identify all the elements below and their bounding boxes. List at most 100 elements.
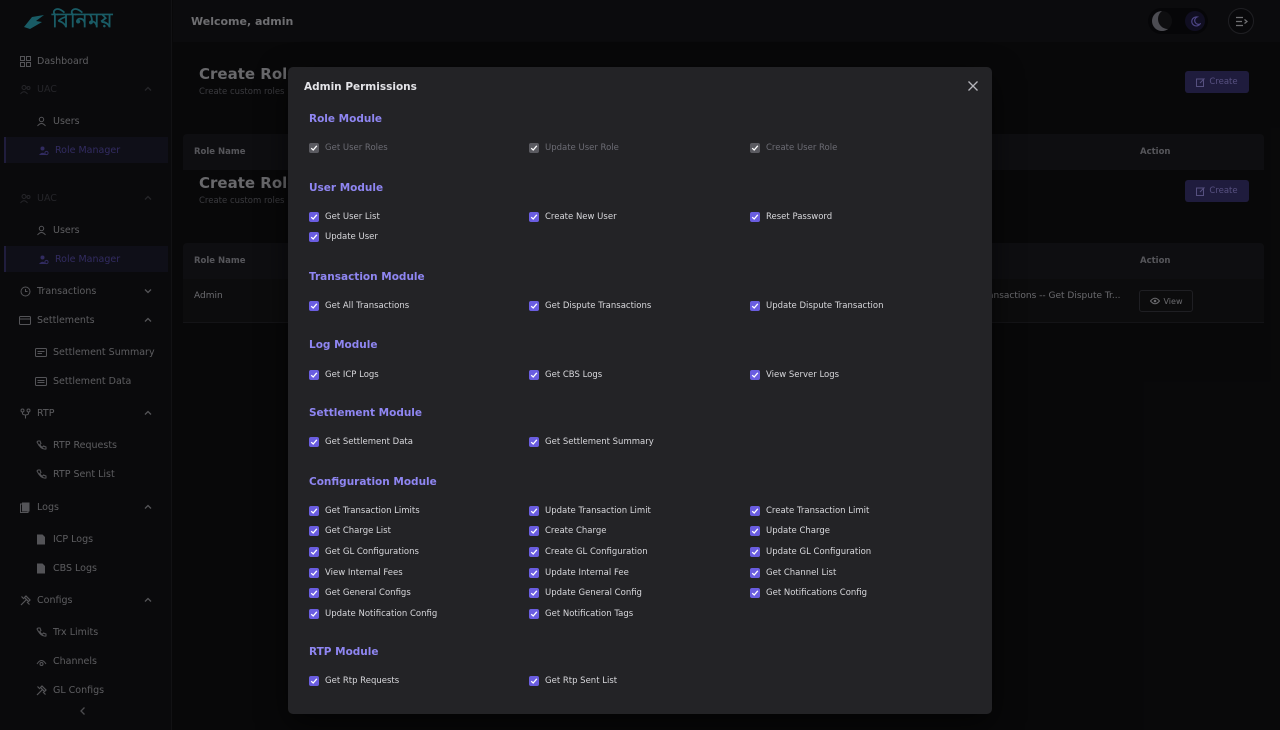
section-log-module: Log Module Get ICP Logs Get CBS Logs Vie…: [309, 339, 979, 382]
permission-checkbox[interactable]: Update User: [309, 230, 529, 245]
permission-checkbox[interactable]: Get Rtp Sent List: [529, 674, 750, 689]
permission-label: Create New User: [545, 211, 617, 222]
check-icon: [750, 588, 760, 599]
permission-label: Get Settlement Summary: [545, 437, 654, 448]
permission-checkbox[interactable]: Get User Roles: [309, 141, 529, 156]
check-icon: [529, 505, 539, 516]
permission-checkbox[interactable]: Update Transaction Limit: [529, 504, 750, 519]
permission-checkbox[interactable]: Update Dispute Transaction: [750, 299, 970, 314]
check-icon: [750, 211, 760, 222]
permission-checkbox[interactable]: Get ICP Logs: [309, 367, 529, 382]
check-icon: [309, 437, 319, 448]
modal-body: Role Module Get User Roles Update User R…: [309, 113, 979, 689]
permission-checkbox[interactable]: Get Settlement Summary: [529, 435, 750, 450]
permission-checkbox[interactable]: Get Notification Tags: [529, 607, 750, 622]
check-icon: [309, 567, 319, 578]
check-icon: [529, 547, 539, 558]
section-title: RTP Module: [309, 646, 379, 659]
permission-checkbox[interactable]: Update Internal Fee: [529, 565, 750, 580]
permission-checkbox[interactable]: Reset Password: [750, 210, 970, 225]
permission-label: Get Transaction Limits: [325, 505, 420, 516]
check-icon: [309, 588, 319, 599]
check-icon: [529, 676, 539, 687]
section-transaction-module: Transaction Module Get All Transactions …: [309, 271, 979, 314]
section-title: Role Module: [309, 113, 383, 125]
permission-checkbox[interactable]: View Server Logs: [750, 367, 970, 382]
permission-label: Create User Role: [766, 143, 838, 154]
permission-checkbox[interactable]: Get Notifications Config: [750, 586, 970, 601]
check-icon: [750, 526, 760, 537]
check-icon: [309, 232, 319, 243]
permission-label: Get Settlement Data: [325, 437, 413, 448]
permission-label: Create GL Configuration: [545, 547, 648, 558]
permission-label: Get ICP Logs: [325, 369, 379, 380]
permissions-modal: Admin Permissions Role Module Get User R…: [288, 67, 992, 714]
permission-label: View Server Logs: [766, 369, 840, 380]
section-title: Transaction Module: [309, 270, 425, 283]
permission-checkbox[interactable]: Get GL Configurations: [309, 545, 529, 560]
section-user-module: User Module Get User List Create New Use…: [309, 182, 979, 245]
permission-checkbox[interactable]: Get Charge List: [309, 524, 529, 539]
permission-label: Update GL Configuration: [766, 547, 872, 558]
section-title: User Module: [309, 181, 384, 194]
section-title: Log Module: [309, 339, 378, 352]
permission-checkbox[interactable]: Update Notification Config: [309, 607, 529, 622]
permission-label: Update User: [325, 232, 378, 243]
permission-checkbox[interactable]: Create New User: [529, 210, 750, 225]
permission-checkbox[interactable]: Get All Transactions: [309, 299, 529, 314]
permission-checkbox[interactable]: Update Charge: [750, 524, 970, 539]
permission-checkbox[interactable]: Get Channel List: [750, 565, 970, 580]
permission-checkbox[interactable]: Get Rtp Requests: [309, 674, 529, 689]
check-icon: [309, 547, 319, 558]
permission-label: Get User Roles: [325, 143, 388, 154]
permission-label: Get General Configs: [325, 588, 411, 599]
check-icon: [309, 211, 319, 222]
permission-label: Create Transaction Limit: [766, 505, 870, 516]
check-icon: [309, 143, 319, 154]
permission-checkbox[interactable]: Get CBS Logs: [529, 367, 750, 382]
check-icon: [750, 369, 760, 380]
permission-checkbox[interactable]: Get General Configs: [309, 586, 529, 601]
permission-label: Get All Transactions: [325, 301, 410, 312]
check-icon: [529, 143, 539, 154]
permission-label: Get Rtp Requests: [325, 676, 400, 687]
permission-checkbox[interactable]: Get Dispute Transactions: [529, 299, 750, 314]
permission-checkbox[interactable]: Update General Config: [529, 586, 750, 601]
permission-checkbox[interactable]: Update GL Configuration: [750, 545, 970, 560]
check-icon: [309, 369, 319, 380]
permission-label: Create Charge: [545, 526, 607, 537]
check-icon: [529, 588, 539, 599]
permission-checkbox[interactable]: Get Transaction Limits: [309, 504, 529, 519]
permission-label: Get CBS Logs: [545, 369, 603, 380]
check-icon: [750, 567, 760, 578]
permission-checkbox[interactable]: Create Transaction Limit: [750, 504, 970, 519]
check-icon: [529, 567, 539, 578]
permission-checkbox[interactable]: Create Charge: [529, 524, 750, 539]
check-icon: [309, 526, 319, 537]
permission-label: Update Transaction Limit: [545, 505, 651, 516]
permission-label: Get Rtp Sent List: [545, 676, 618, 687]
permission-checkbox[interactable]: Get User List: [309, 210, 529, 225]
check-icon: [529, 608, 539, 619]
check-icon: [309, 608, 319, 619]
permission-checkbox[interactable]: Update User Role: [529, 141, 750, 156]
check-icon: [309, 505, 319, 516]
permission-label: Get User List: [325, 211, 380, 222]
check-icon: [309, 301, 319, 312]
section-settlement-module: Settlement Module Get Settlement Data Ge…: [309, 407, 979, 450]
permission-label: Get Channel List: [766, 567, 837, 578]
permission-checkbox[interactable]: View Internal Fees: [309, 565, 529, 580]
permission-checkbox[interactable]: Get Settlement Data: [309, 435, 529, 450]
check-icon: [529, 437, 539, 448]
check-icon: [309, 676, 319, 687]
check-icon: [529, 369, 539, 380]
permission-checkbox[interactable]: Create User Role: [750, 141, 970, 156]
section-title: Settlement Module: [309, 406, 423, 419]
close-icon[interactable]: [966, 79, 980, 93]
permission-label: Update User Role: [545, 143, 619, 154]
permission-label: Get Notifications Config: [766, 588, 868, 599]
permission-label: Get GL Configurations: [325, 547, 419, 558]
permission-checkbox[interactable]: Create GL Configuration: [529, 545, 750, 560]
permission-label: Update Charge: [766, 526, 830, 537]
permission-label: Update Internal Fee: [545, 567, 629, 578]
